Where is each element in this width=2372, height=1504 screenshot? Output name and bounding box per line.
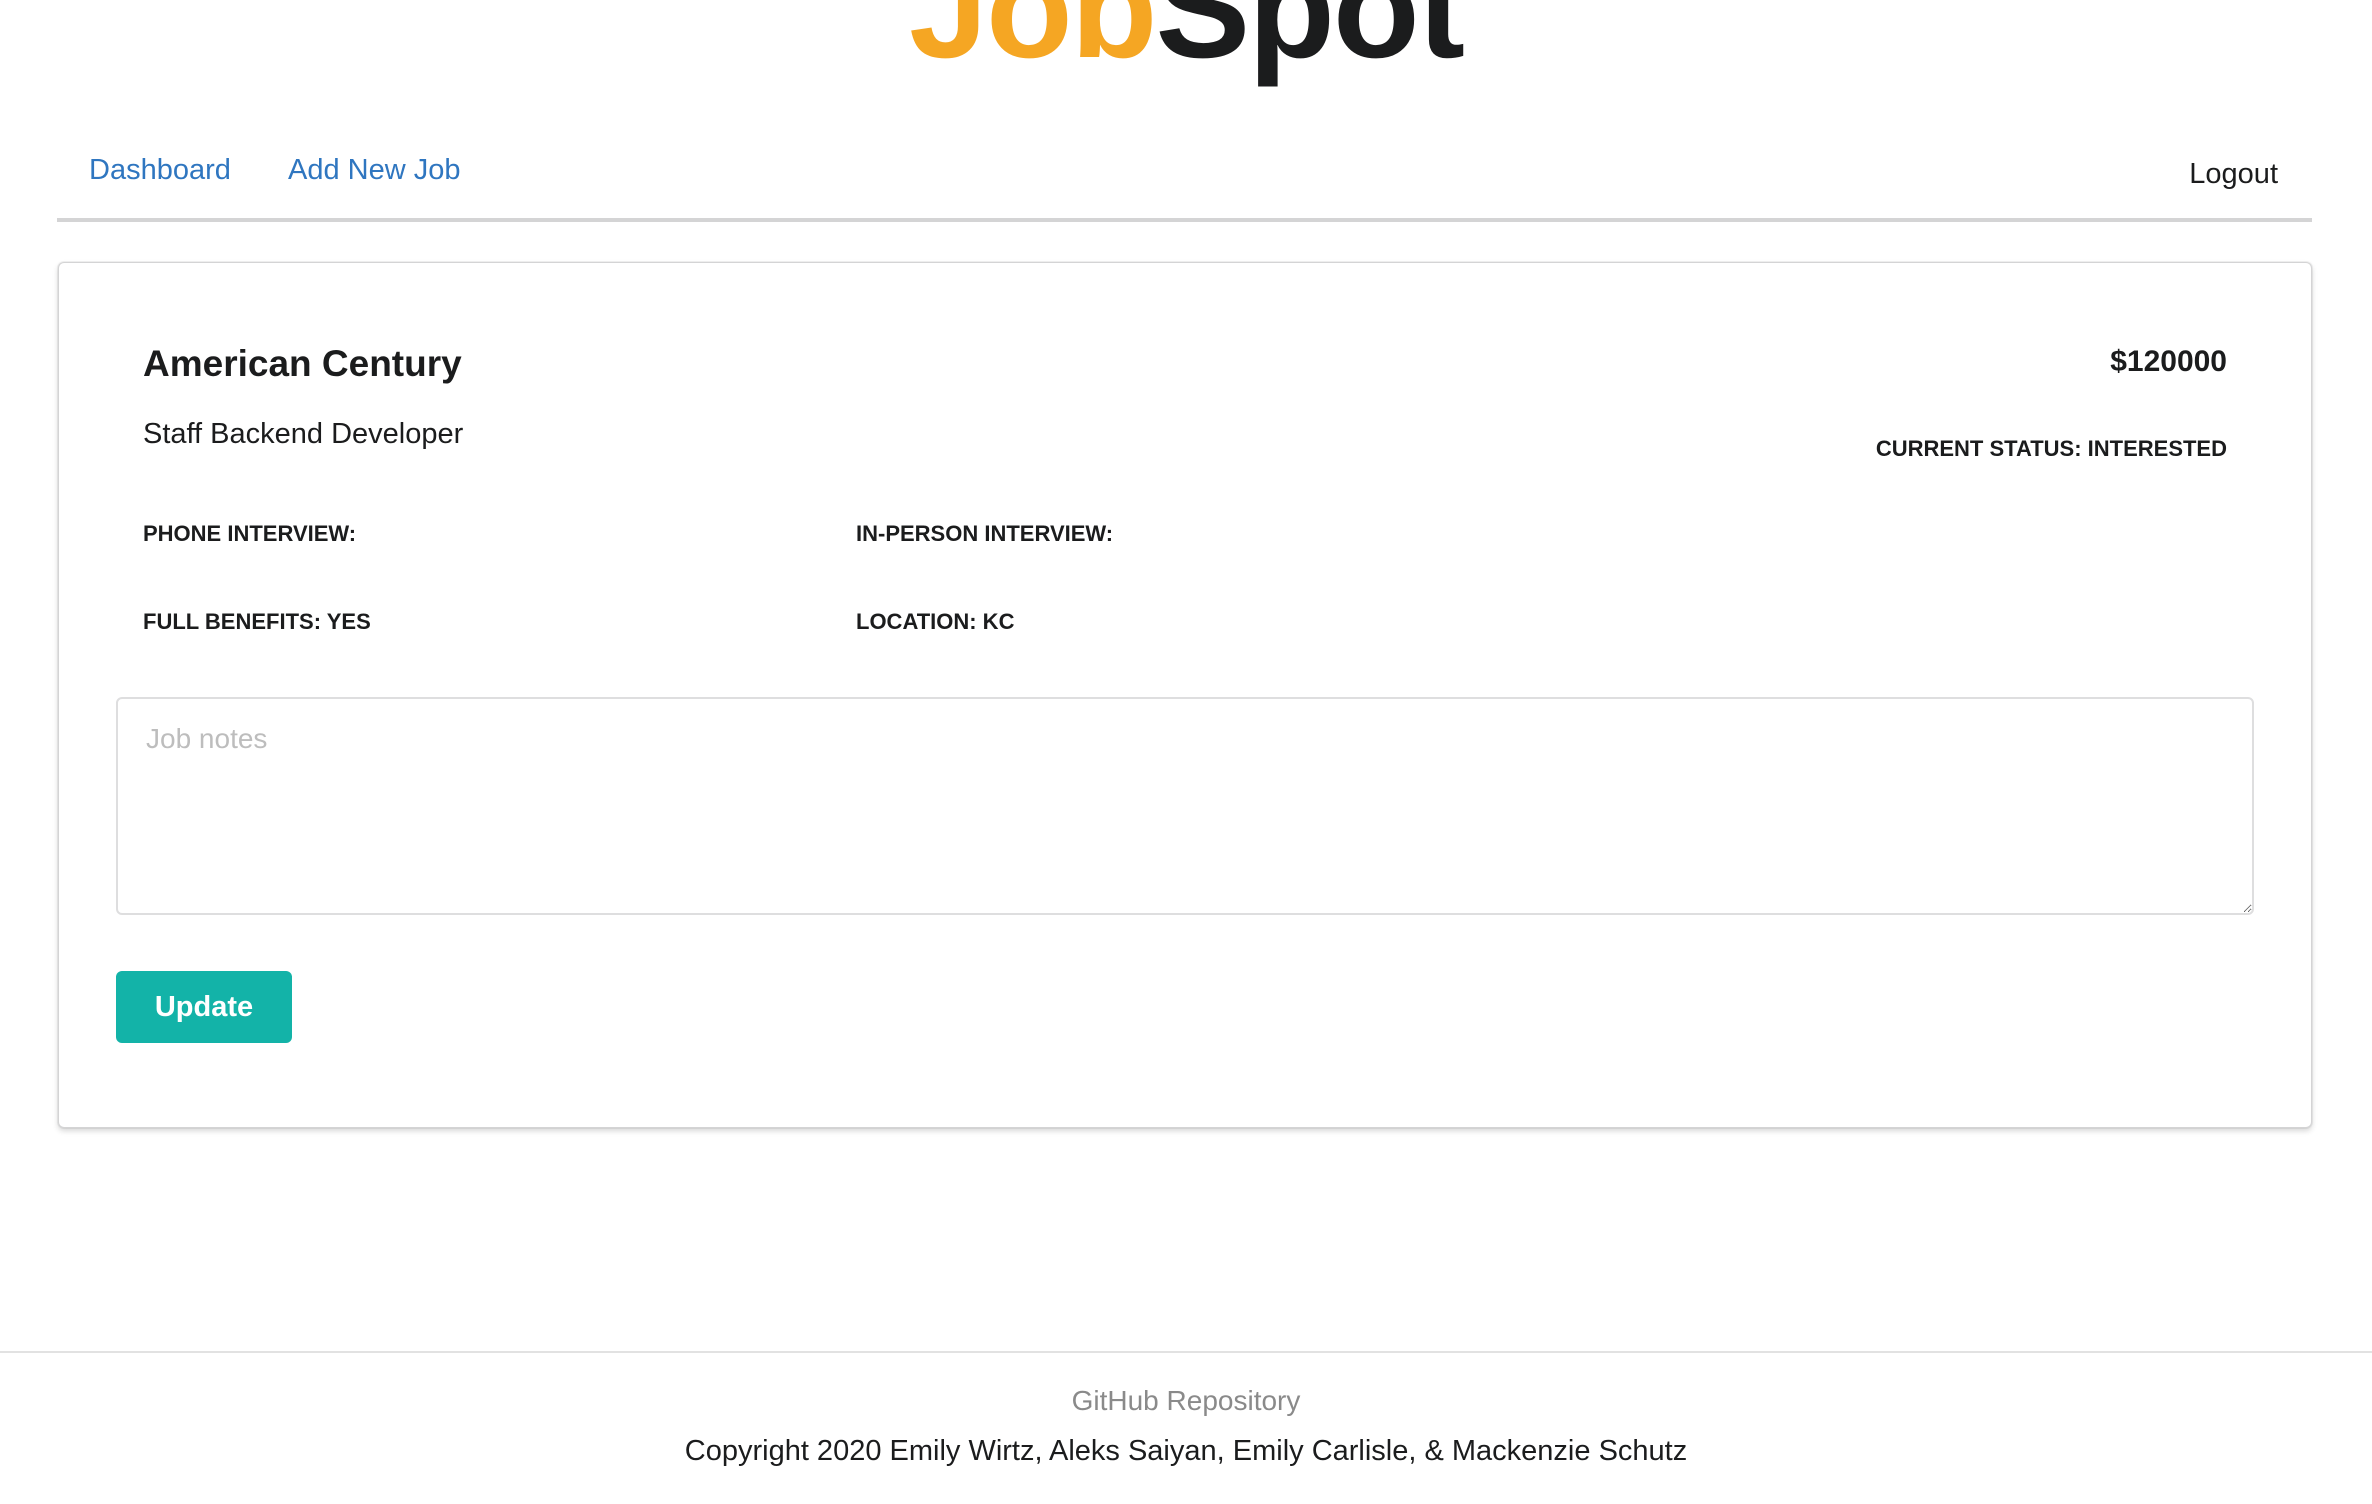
update-button[interactable]: Update bbox=[116, 971, 292, 1043]
job-title: Staff Backend Developer bbox=[143, 418, 464, 450]
nav-dashboard-link[interactable]: Dashboard bbox=[89, 154, 231, 187]
full-benefits-field: FULL BENEFITS: YES bbox=[143, 609, 371, 634]
github-repository-link[interactable]: GitHub Repository bbox=[0, 1385, 2372, 1417]
in-person-interview-field: IN-PERSON INTERVIEW: bbox=[856, 521, 1114, 546]
copyright-text: Copyright 2020 Emily Wirtz, Aleks Saiyan… bbox=[684, 1435, 1688, 1467]
main-nav: Dashboard Add New Job Logout bbox=[57, 140, 2312, 222]
job-notes-textarea[interactable] bbox=[116, 697, 2254, 915]
logout-link[interactable]: Logout bbox=[2189, 158, 2278, 191]
salary-value: $120000 bbox=[2110, 345, 2227, 378]
app-logo: JobSpot bbox=[0, 0, 2372, 80]
logo-spot-text: Spot bbox=[1155, 0, 1464, 88]
company-name: American Century bbox=[143, 343, 462, 384]
current-status: CURRENT STATUS: INTERESTED bbox=[1875, 436, 2227, 461]
nav-add-new-job-link[interactable]: Add New Job bbox=[288, 154, 461, 187]
phone-interview-field: PHONE INTERVIEW: bbox=[143, 521, 357, 546]
location-field: LOCATION: KC bbox=[856, 609, 1015, 634]
page-footer: GitHub Repository Copyright 2020 Emily W… bbox=[0, 1351, 2372, 1504]
job-detail-card: American Century $120000 Staff Backend D… bbox=[58, 262, 2312, 1128]
logo-job-text: Job bbox=[909, 0, 1157, 88]
